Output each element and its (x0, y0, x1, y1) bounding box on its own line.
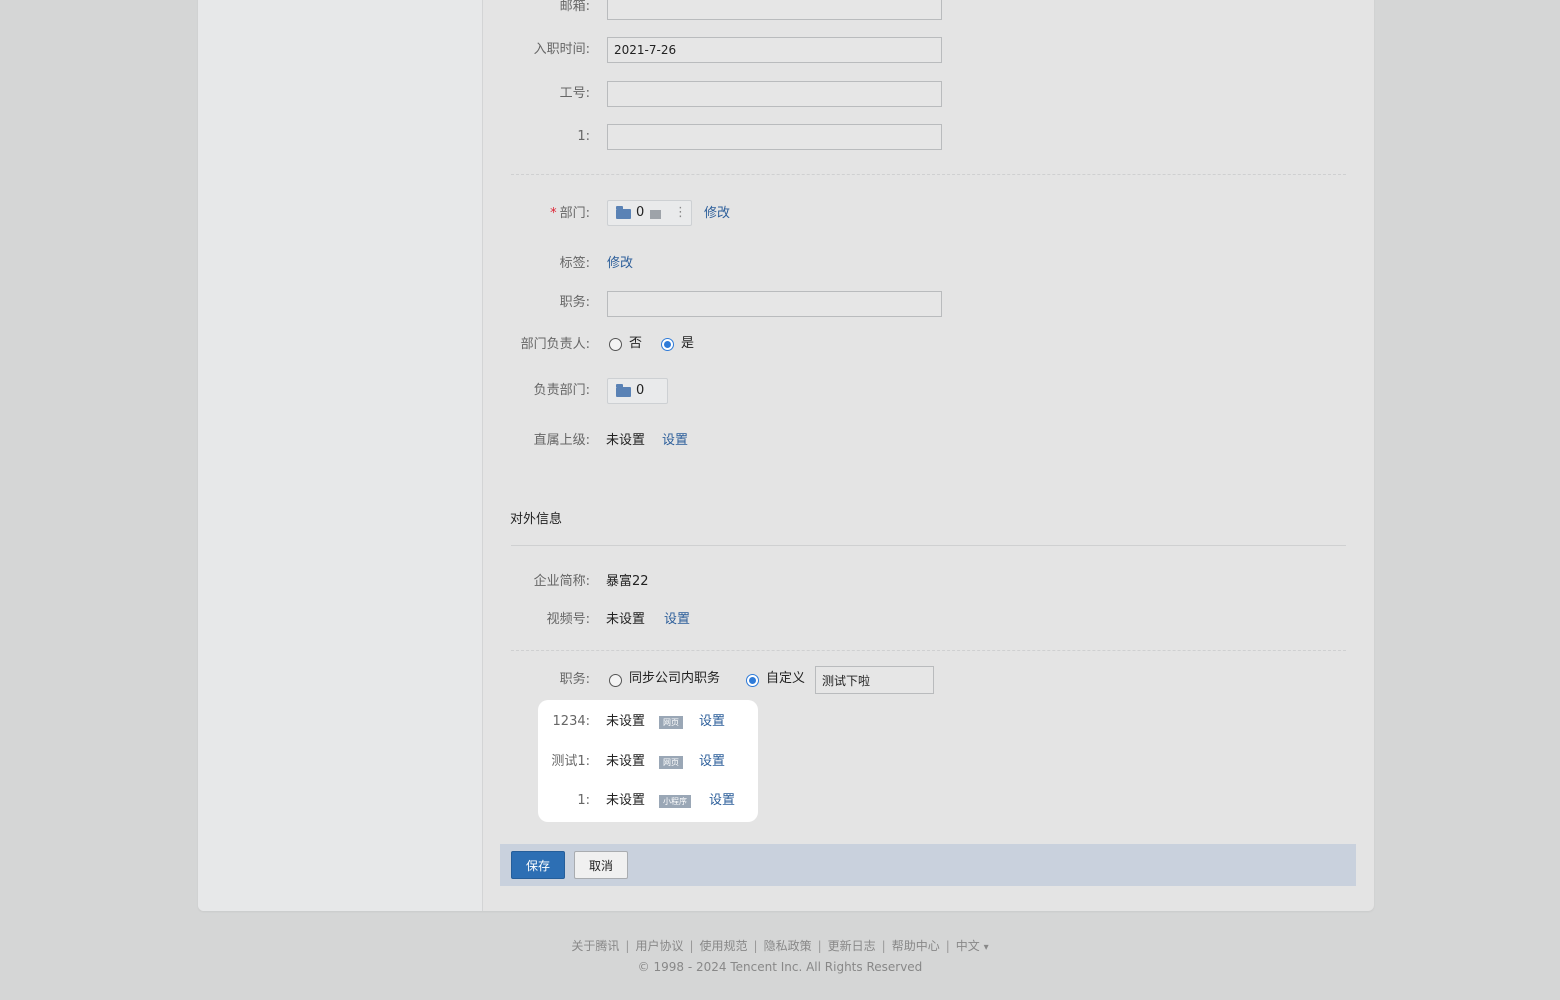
ext-field-label: 测试1: (551, 754, 590, 769)
ext-position-label: 职务: (559, 672, 590, 687)
supervisor-value: 未设置 (606, 433, 646, 448)
external-info-title: 对外信息 (510, 512, 563, 527)
ext-field-value: 未设置 (606, 793, 646, 808)
divider (511, 174, 1346, 175)
folder-icon (616, 384, 631, 397)
cancel-button[interactable]: 取消 (574, 851, 628, 879)
ext-position-custom-radio[interactable] (746, 674, 759, 687)
employee-id-label: 工号: (559, 86, 590, 101)
dept-modify-link[interactable]: 修改 (704, 205, 730, 223)
more-vertical-icon[interactable]: ⋮ (674, 202, 687, 224)
managed-dept-label: 负责部门: (533, 383, 590, 398)
action-bar (500, 844, 1356, 886)
dept-head-no-label: 否 (629, 336, 643, 351)
dept-count: 0 (636, 205, 645, 220)
channels-set-link[interactable]: 设置 (664, 611, 690, 629)
supervisor-label: 直属上级: (533, 433, 590, 448)
copyright: © 1998 - 2024 Tencent Inc. All Rights Re… (637, 960, 923, 974)
position-label: 职务: (559, 295, 590, 310)
ext-position-custom-input[interactable] (815, 666, 934, 694)
dept-head-yes-label: 是 (681, 336, 695, 351)
dept-head-yes-radio[interactable] (661, 338, 674, 351)
tags-label: 标签: (559, 256, 590, 271)
section-divider (511, 545, 1346, 546)
supervisor-set-link[interactable]: 设置 (662, 432, 688, 450)
folder-icon (616, 206, 631, 219)
custom-field-1-label: 1: (577, 129, 590, 144)
ext-field-set-link[interactable]: 设置 (699, 753, 725, 771)
channels-value: 未设置 (606, 612, 646, 627)
sidebar (198, 0, 483, 911)
dept-head-no-radio[interactable] (609, 338, 622, 351)
ext-field-value: 未设置 (606, 714, 646, 729)
footer-link-usage-rules[interactable]: 使用规范 (700, 939, 748, 953)
join-date-input[interactable] (607, 37, 942, 63)
company-short-value: 暴富22 (606, 574, 649, 589)
footer-link-about[interactable]: 关于腾讯 (571, 939, 619, 953)
managed-dept-chip[interactable]: 0 (607, 378, 668, 404)
divider (511, 650, 1346, 651)
ext-field-label: 1234: (552, 714, 590, 729)
ext-position-sync-radio[interactable] (609, 674, 622, 687)
position-input[interactable] (607, 291, 942, 317)
web-tag: 网页 (659, 756, 683, 769)
ext-field-set-link[interactable]: 设置 (709, 792, 735, 810)
save-button[interactable]: 保存 (511, 851, 565, 879)
email-input[interactable] (607, 0, 942, 20)
dept-label: * 部门: (550, 206, 590, 221)
ext-position-custom-label: 自定义 (766, 671, 806, 686)
web-tag: 网页 (659, 716, 683, 729)
required-mark: * (550, 206, 557, 221)
managed-dept-count: 0 (636, 383, 645, 398)
footer-link-changelog[interactable]: 更新日志 (828, 939, 876, 953)
footer-link-help[interactable]: 帮助中心 (892, 939, 940, 953)
employee-id-input[interactable] (607, 81, 942, 107)
ext-field-label: 1: (577, 793, 590, 808)
footer-link-user-agreement[interactable]: 用户协议 (635, 939, 683, 953)
footer-links: 关于腾讯 | 用户协议 | 使用规范 | 隐私政策 | 更新日志 | 帮助中心 | 中文 ▾ (571, 939, 989, 953)
dept-square-icon (650, 210, 661, 219)
company-short-label: 企业简称: (533, 574, 590, 589)
dept-head-label: 部门负责人: (520, 337, 590, 352)
dept-chip[interactable]: 0 ⋮ (607, 200, 692, 226)
ext-field-value: 未设置 (606, 754, 646, 769)
ext-position-sync-label: 同步公司内职务 (629, 671, 721, 686)
caret-down-icon: ▾ (983, 942, 989, 953)
channels-label: 视频号: (546, 612, 590, 627)
email-label: 邮箱: (559, 0, 590, 14)
tags-modify-link[interactable]: 修改 (607, 255, 633, 273)
ext-field-set-link[interactable]: 设置 (699, 713, 725, 731)
footer-link-privacy[interactable]: 隐私政策 (764, 939, 812, 953)
join-date-label: 入职时间: (533, 42, 590, 57)
language-selector[interactable]: 中文 ▾ (956, 939, 989, 953)
mini-program-tag: 小程序 (659, 795, 691, 808)
custom-field-1-input[interactable] (607, 124, 942, 150)
